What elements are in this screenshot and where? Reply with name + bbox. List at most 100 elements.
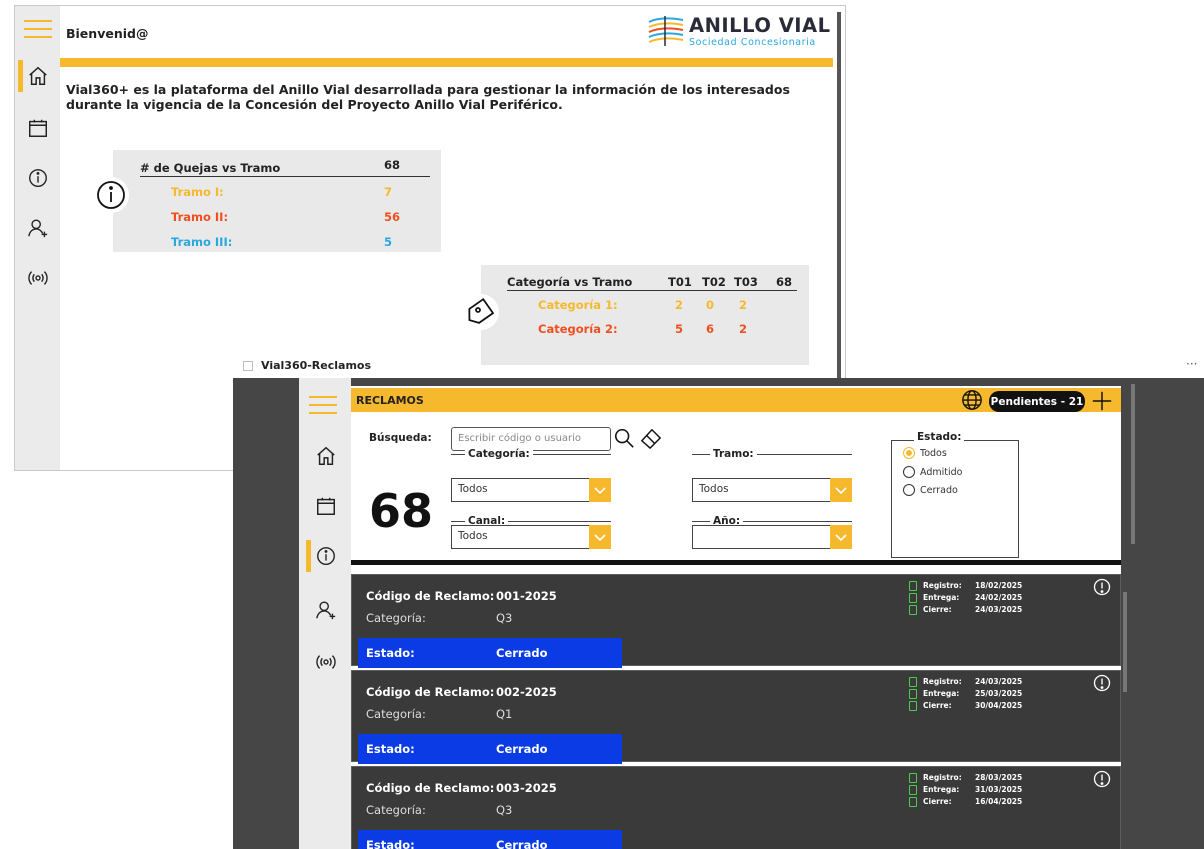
cierre-label: Cierre: — [923, 605, 952, 614]
chevron-down-icon[interactable] — [589, 478, 611, 502]
plus-icon[interactable] — [1091, 390, 1113, 412]
broadcast-icon[interactable] — [303, 644, 348, 680]
document-icon — [909, 677, 917, 687]
anillo-vial-logo: ANILLO VIAL Sociedad Concesionaria — [647, 12, 833, 52]
reclamos-main: RECLAMOS Pendientes - 21 Búsqueda: Escri… — [351, 386, 1127, 849]
alert-icon[interactable] — [1093, 770, 1111, 788]
categoria-title: Categoría vs Tramo — [507, 275, 633, 289]
tramo-iii-label: Tramo III: — [171, 235, 233, 249]
radio-admitido[interactable]: Admitido — [903, 466, 962, 478]
entrega-value: 25/03/2025 — [975, 689, 1023, 698]
info-icon — [93, 177, 129, 213]
window-scrollbar[interactable] — [1129, 380, 1137, 847]
categoria-label: Categoría: — [465, 448, 533, 460]
chevron-down-icon[interactable] — [830, 525, 852, 549]
canal-value: Todos — [458, 530, 488, 542]
reclamos-sidebar — [299, 378, 351, 849]
document-icon — [909, 785, 917, 795]
document-icon — [909, 797, 917, 807]
estado-value: Cerrado — [496, 838, 548, 849]
estado-badge: Estado: Cerrado — [358, 638, 622, 668]
radio-cerrado-label: Cerrado — [920, 484, 958, 496]
canal-dropdown[interactable]: Todos — [451, 525, 611, 549]
categoria-2-t01: 5 — [675, 322, 684, 336]
more-options-icon[interactable]: ··· — [1186, 357, 1197, 371]
document-icon — [909, 605, 917, 615]
calendar-icon[interactable] — [303, 488, 348, 524]
eraser-icon[interactable] — [639, 427, 663, 449]
chevron-down-icon[interactable] — [830, 478, 852, 502]
dates-block: Registro: 18/02/2025 Entrega: 24/02/2025 C… — [909, 580, 1069, 616]
reclamo-card[interactable]: Código de Reclamo: 003-2025 Categoría: Q… — [351, 766, 1121, 849]
categoria-2-t02: 6 — [706, 322, 715, 336]
registro-value: 18/02/2025 — [975, 581, 1023, 590]
document-icon — [909, 581, 917, 591]
list-divider — [351, 560, 1121, 565]
estado-value: Cerrado — [496, 742, 548, 756]
codigo-label: Código de Reclamo: — [366, 685, 495, 699]
home-icon[interactable] — [303, 438, 348, 474]
header-divider — [60, 58, 834, 67]
search-icon[interactable] — [613, 427, 635, 449]
menu-icon[interactable] — [24, 20, 52, 38]
pendientes-button[interactable]: Pendientes - 21 — [989, 391, 1085, 412]
registro-label: Registro: — [923, 581, 962, 590]
header-total: 68 — [776, 275, 793, 289]
dates-block: Registro: 28/03/2025 Entrega: 31/03/2025 C… — [909, 772, 1069, 808]
tramo-dropdown[interactable]: Todos — [692, 478, 852, 502]
home-sidebar — [15, 6, 60, 470]
document-icon — [909, 701, 917, 711]
tramo-value: Todos — [699, 483, 729, 495]
entrega-label: Entrega: — [923, 785, 960, 794]
codigo-value: 002-2025 — [496, 685, 557, 699]
estado-badge: Estado: Cerrado — [358, 830, 622, 849]
categoria-dropdown[interactable]: Todos — [451, 478, 611, 502]
document-icon — [909, 689, 917, 699]
total-count: 68 — [369, 484, 434, 538]
categoria-value: Q1 — [496, 707, 513, 721]
reclamos-window: RECLAMOS Pendientes - 21 Búsqueda: Escri… — [233, 378, 1204, 849]
categoria-1-t03: 2 — [739, 298, 748, 312]
categoria-1-label: Categoría 1: — [538, 298, 618, 312]
categoria-label: Categoría: — [366, 611, 426, 625]
broadcast-icon[interactable] — [15, 260, 60, 296]
tramo-iii-value: 5 — [384, 235, 393, 249]
radio-button-selected[interactable] — [903, 447, 915, 459]
add-user-icon[interactable] — [303, 592, 348, 628]
radio-button[interactable] — [903, 466, 915, 478]
reclamos-header: RECLAMOS Pendientes - 21 — [351, 388, 1121, 412]
cierre-value: 16/04/2025 — [975, 797, 1023, 806]
registro-label: Registro: — [923, 677, 962, 686]
add-user-icon[interactable] — [15, 210, 60, 246]
anio-dropdown[interactable] — [692, 525, 852, 549]
globe-icon[interactable] — [961, 389, 983, 411]
chevron-down-icon[interactable] — [589, 525, 611, 549]
registro-value: 24/03/2025 — [975, 677, 1023, 686]
tag-icon — [463, 294, 499, 330]
estado-label: Estado: — [366, 838, 415, 849]
estado-label: Estado: — [366, 646, 415, 660]
info-icon[interactable] — [303, 538, 348, 574]
info-icon[interactable] — [15, 160, 60, 196]
categoria-value: Todos — [458, 483, 488, 495]
entrega-value: 31/03/2025 — [975, 785, 1023, 794]
menu-icon[interactable] — [309, 396, 337, 414]
estado-label: Estado: — [914, 431, 965, 443]
cierre-label: Cierre: — [923, 701, 952, 710]
reclamo-card[interactable]: Código de Reclamo: 002-2025 Categoría: Q… — [351, 670, 1121, 764]
calendar-icon[interactable] — [15, 110, 60, 146]
alert-icon[interactable] — [1093, 674, 1111, 692]
radio-admitido-label: Admitido — [920, 466, 963, 478]
reclamo-card[interactable]: Código de Reclamo: 001-2025 Categoría: Q… — [351, 574, 1121, 668]
radio-todos[interactable]: Todos — [903, 447, 947, 459]
cierre-value: 30/04/2025 — [975, 701, 1023, 710]
home-icon[interactable] — [15, 58, 60, 94]
radio-cerrado[interactable]: Cerrado — [903, 484, 958, 496]
categoria-1-t02: 0 — [706, 298, 715, 312]
radio-todos-label: Todos — [920, 447, 947, 459]
cierre-value: 24/03/2025 — [975, 605, 1023, 614]
radio-button[interactable] — [903, 484, 915, 496]
busqueda-label: Búsqueda: — [369, 432, 432, 444]
alert-icon[interactable] — [1093, 578, 1111, 596]
entrega-value: 24/02/2025 — [975, 593, 1023, 602]
